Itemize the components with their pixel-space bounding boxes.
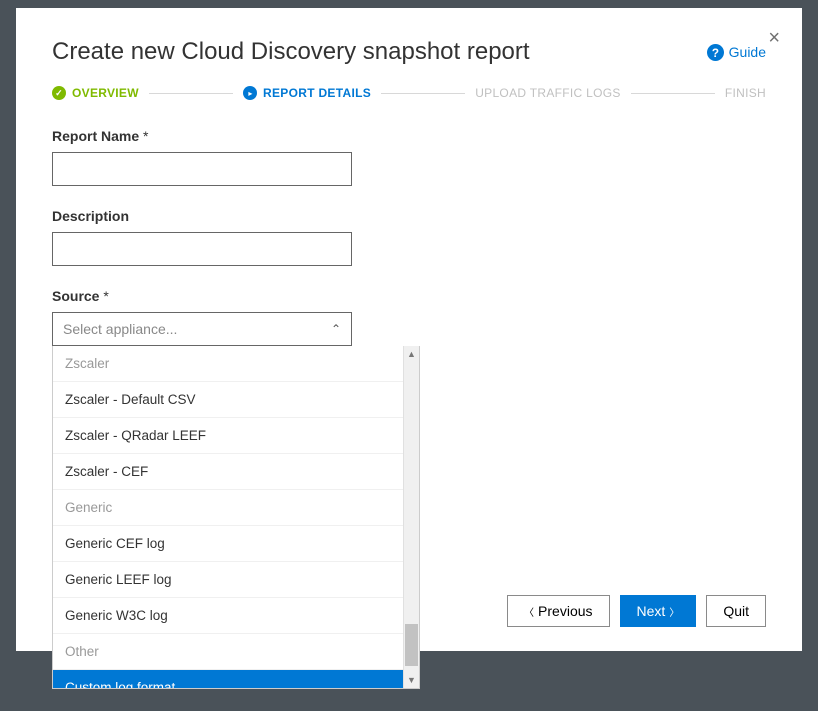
dropdown-item-zscaler-leef[interactable]: Zscaler - QRadar LEEF bbox=[53, 418, 403, 454]
dropdown-item-custom-log[interactable]: Custom log format... bbox=[53, 670, 403, 688]
step-label: UPLOAD TRAFFIC LOGS bbox=[475, 86, 621, 100]
dropdown-item-zscaler-csv[interactable]: Zscaler - Default CSV bbox=[53, 382, 403, 418]
checkmark-icon bbox=[52, 86, 66, 100]
step-divider bbox=[381, 93, 465, 94]
next-button[interactable]: Next 〉 bbox=[620, 595, 697, 627]
source-placeholder: Select appliance... bbox=[63, 321, 177, 337]
guide-link[interactable]: ? Guide bbox=[707, 44, 766, 61]
scrollbar-track[interactable]: ▲ ▼ bbox=[403, 346, 419, 688]
dropdown-item-generic-leef[interactable]: Generic LEEF log bbox=[53, 562, 403, 598]
previous-button[interactable]: 〈 Previous bbox=[507, 595, 609, 627]
modal-dialog: × Create new Cloud Discovery snapshot re… bbox=[16, 8, 802, 651]
play-icon bbox=[243, 86, 257, 100]
scrollbar-thumb[interactable] bbox=[405, 624, 418, 666]
dropdown-item-generic-w3c[interactable]: Generic W3C log bbox=[53, 598, 403, 634]
step-label: FINISH bbox=[725, 86, 766, 100]
dropdown-group-zscaler: Zscaler bbox=[53, 346, 403, 382]
dropdown-group-generic: Generic bbox=[53, 490, 403, 526]
scrollbar-down-icon[interactable]: ▼ bbox=[404, 672, 419, 688]
description-label: Description bbox=[52, 208, 766, 224]
dropdown-item-zscaler-cef[interactable]: Zscaler - CEF bbox=[53, 454, 403, 490]
quit-button[interactable]: Quit bbox=[706, 595, 766, 627]
step-divider bbox=[149, 93, 233, 94]
modal-footer: 〈 Previous Next 〉 Quit bbox=[507, 595, 766, 627]
step-label: REPORT DETAILS bbox=[263, 86, 371, 100]
modal-header: Create new Cloud Discovery snapshot repo… bbox=[52, 38, 766, 66]
description-input[interactable] bbox=[52, 232, 352, 266]
quit-button-label: Quit bbox=[723, 603, 749, 619]
svg-text:?: ? bbox=[712, 46, 719, 59]
dropdown-list: Zscaler Zscaler - Default CSV Zscaler - … bbox=[53, 346, 403, 688]
step-finish: FINISH bbox=[725, 86, 766, 100]
help-icon: ? bbox=[707, 44, 724, 61]
close-icon[interactable]: × bbox=[768, 28, 780, 48]
chevron-up-icon: ⌃ bbox=[331, 322, 341, 336]
guide-link-label: Guide bbox=[729, 44, 766, 60]
source-select-wrapper: Select appliance... ⌃ Zscaler Zscaler - … bbox=[52, 312, 352, 346]
form-group-description: Description bbox=[52, 208, 766, 266]
form-group-source: Source Select appliance... ⌃ Zscaler Zsc… bbox=[52, 288, 766, 346]
step-divider bbox=[631, 93, 715, 94]
page-below-indicator: 1 bbox=[439, 666, 446, 681]
step-label: OVERVIEW bbox=[72, 86, 139, 100]
next-button-label: Next bbox=[637, 603, 666, 619]
dropdown-item-generic-cef[interactable]: Generic CEF log bbox=[53, 526, 403, 562]
step-overview[interactable]: OVERVIEW bbox=[52, 86, 139, 100]
modal-title: Create new Cloud Discovery snapshot repo… bbox=[52, 38, 530, 66]
step-upload: UPLOAD TRAFFIC LOGS bbox=[475, 86, 621, 100]
dropdown-group-other: Other bbox=[53, 634, 403, 670]
scrollbar-up-icon[interactable]: ▲ bbox=[404, 346, 419, 362]
report-name-input[interactable] bbox=[52, 152, 352, 186]
chevron-left-icon: 〈 bbox=[524, 604, 534, 619]
source-label: Source bbox=[52, 288, 766, 304]
source-dropdown: Zscaler Zscaler - Default CSV Zscaler - … bbox=[52, 346, 420, 689]
report-name-label: Report Name bbox=[52, 128, 766, 144]
wizard-steps: OVERVIEW REPORT DETAILS UPLOAD TRAFFIC L… bbox=[52, 86, 766, 100]
source-select[interactable]: Select appliance... ⌃ bbox=[52, 312, 352, 346]
chevron-right-icon: 〉 bbox=[669, 604, 679, 619]
form-group-report-name: Report Name bbox=[52, 128, 766, 186]
previous-button-label: Previous bbox=[538, 603, 592, 619]
step-report-details[interactable]: REPORT DETAILS bbox=[243, 86, 371, 100]
